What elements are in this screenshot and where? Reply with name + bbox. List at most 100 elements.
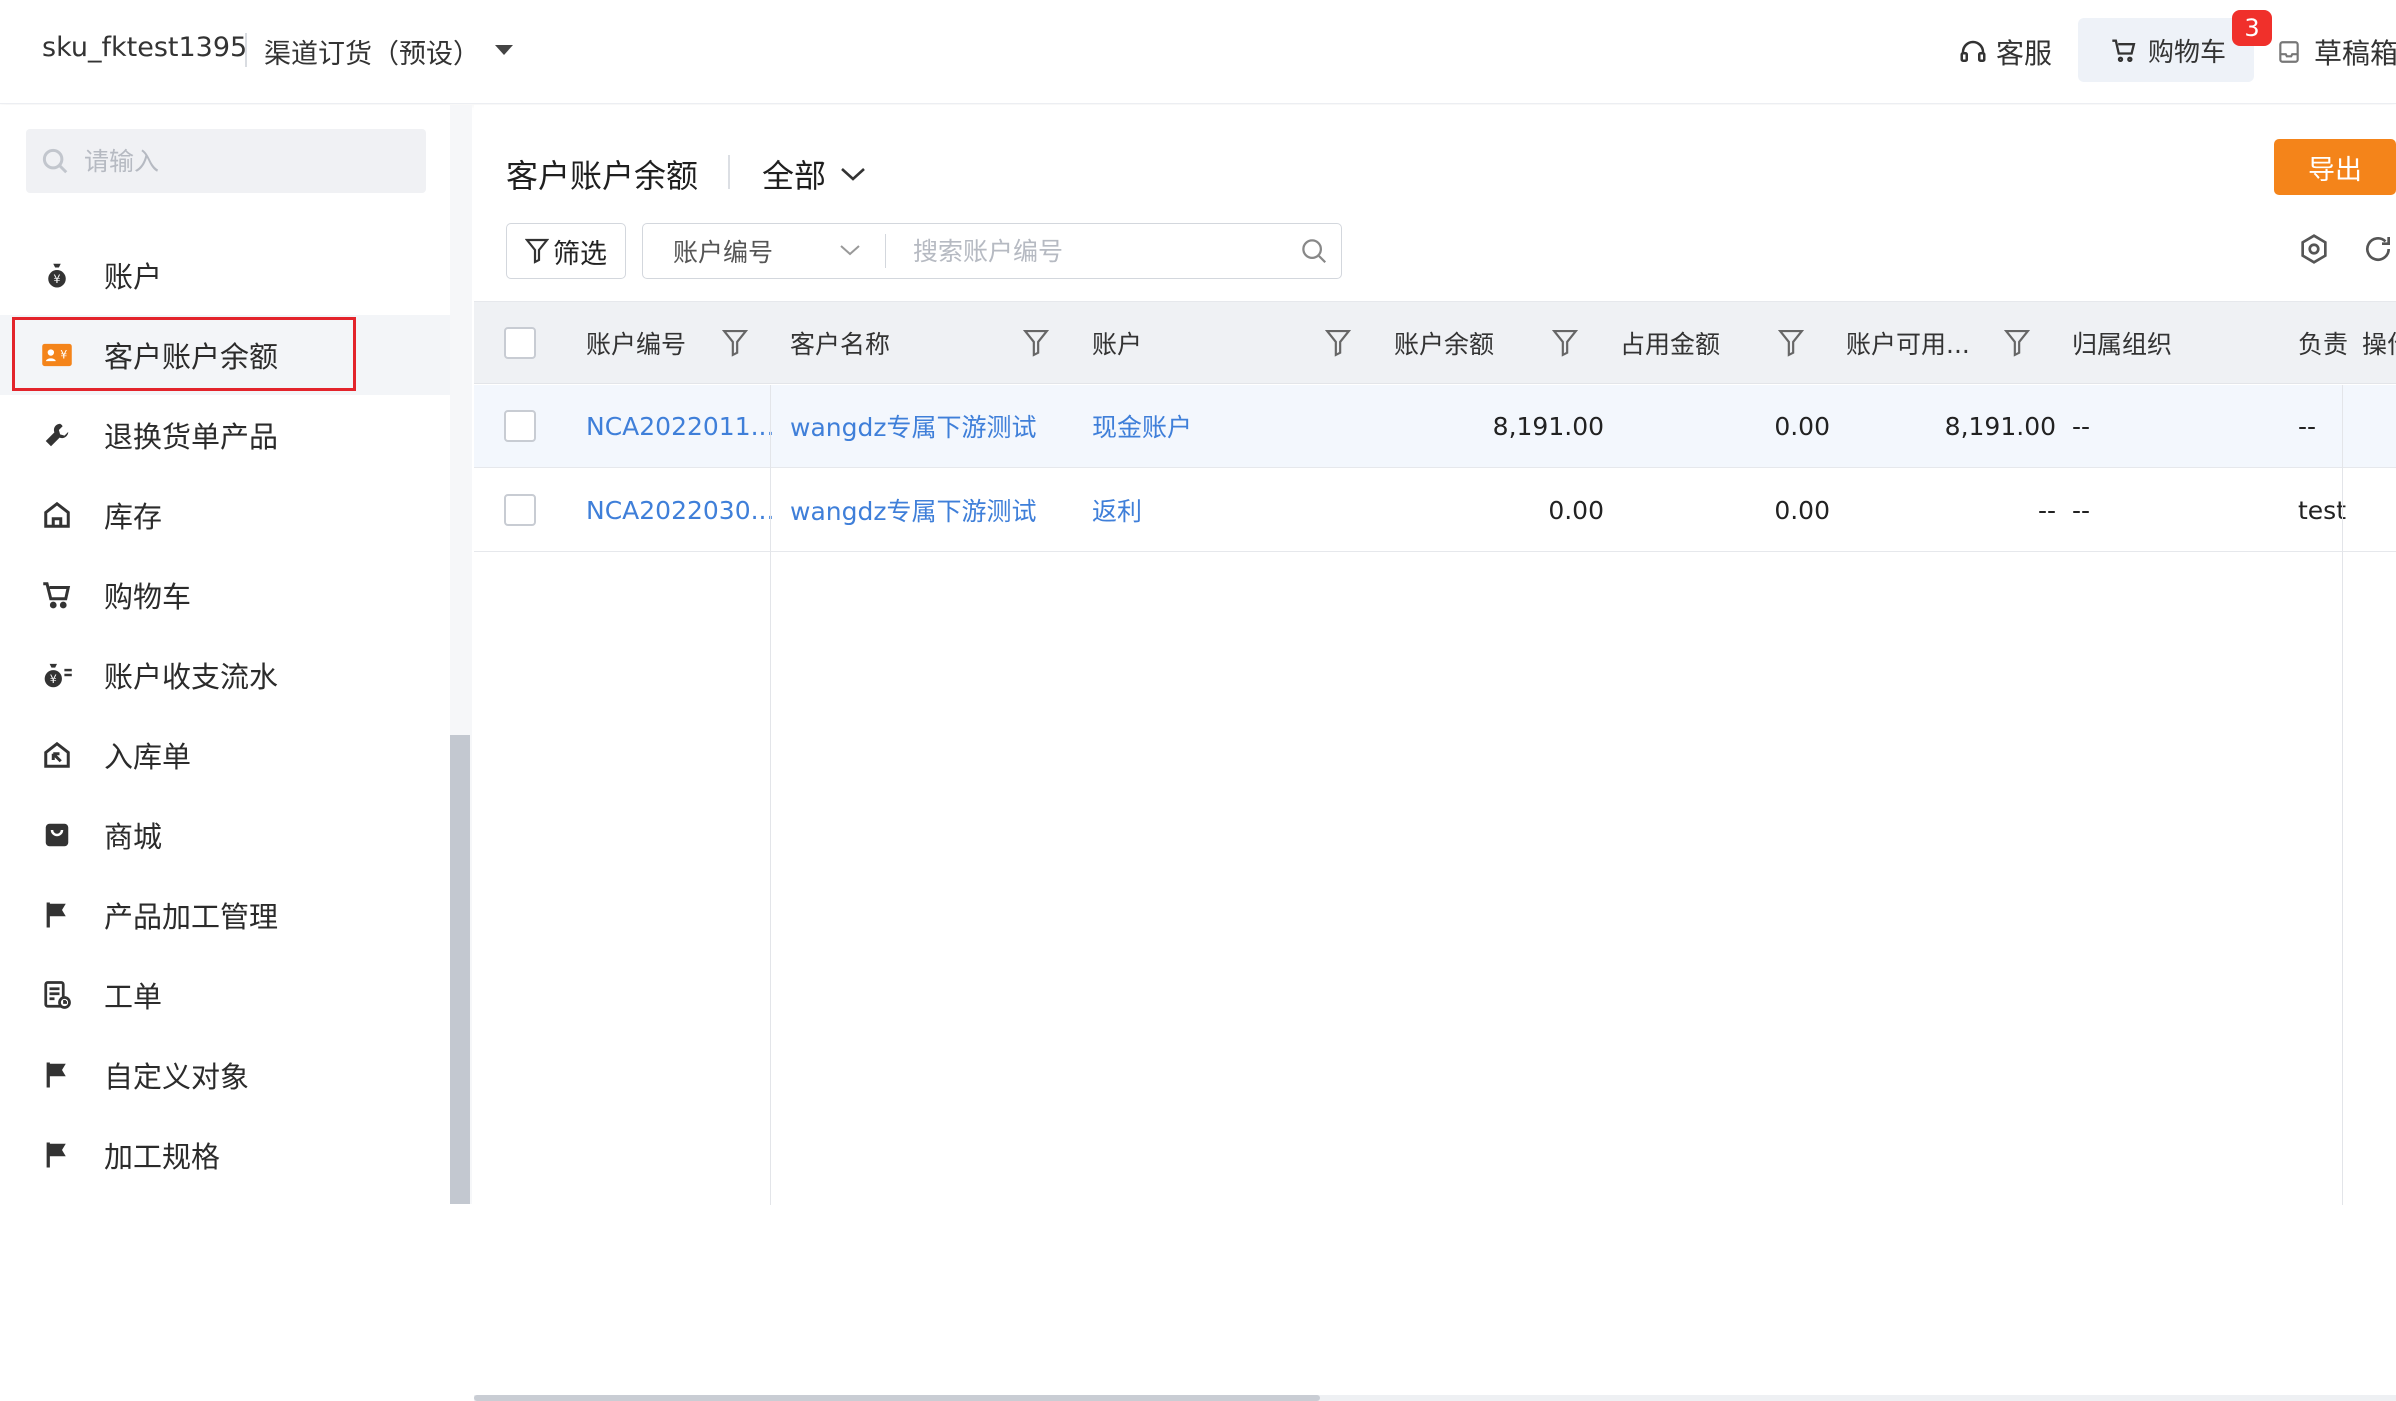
sidebar-search-input[interactable] <box>84 146 404 176</box>
account-link[interactable]: 返利 <box>1092 469 1382 551</box>
row-checkbox[interactable] <box>504 494 536 526</box>
table-row[interactable]: NCA2022030... wangdz专属下游测试 返利 0.00 0.00 … <box>474 469 2396 552</box>
sidebar-item-return-products[interactable]: 退换货单产品 <box>0 395 450 475</box>
org-value: -- <box>2072 495 2091 525</box>
account-no-link[interactable]: NCA2022011... <box>586 385 776 467</box>
inbound-icon <box>40 738 74 772</box>
flag-icon <box>40 1138 74 1172</box>
money-flow-icon: ¥ <box>40 658 74 692</box>
sidebar-item-processing-spec[interactable]: 加工规格 <box>0 1115 450 1195</box>
search-icon[interactable] <box>1299 236 1329 266</box>
customer-name-link[interactable]: wangdz专属下游测试 <box>790 385 1080 467</box>
sidebar-item-label: 产品加工管理 <box>104 900 279 934</box>
sidebar-item-label: 工单 <box>104 980 163 1014</box>
shopping-bag-icon <box>40 818 74 852</box>
draft-box-button[interactable]: 草稿箱 <box>2276 30 2396 74</box>
customer-service-button[interactable]: 客服 <box>1958 30 2052 74</box>
account-balance-value: 8,191.00 <box>1492 411 1604 441</box>
svg-text:¥: ¥ <box>50 673 57 686</box>
sidebar-item-label: 账户收支流水 <box>104 660 279 694</box>
sidebar-item-account-flow[interactable]: ¥ 账户收支流水 <box>0 635 450 715</box>
column-header-occupied-amount[interactable]: 占用金额 <box>1620 302 1760 383</box>
customer-name-link[interactable]: wangdz专属下游测试 <box>790 469 1080 551</box>
column-header-org[interactable]: 归属组织 <box>2072 302 2262 383</box>
sidebar-item-label: 库存 <box>104 500 163 534</box>
account-link[interactable]: 现金账户 <box>1092 385 1382 467</box>
column-filter-icon[interactable] <box>722 328 748 358</box>
current-user[interactable]: sku_fktest1395 <box>42 32 247 63</box>
sidebar-item-label: 退换货单产品 <box>104 420 279 454</box>
cart-button[interactable]: 购物车 <box>2078 18 2254 82</box>
search-input[interactable] <box>913 232 1283 270</box>
cart-count-badge: 3 <box>2232 10 2272 46</box>
column-filter-icon[interactable] <box>1778 328 1804 358</box>
top-bar: sku_fktest1395 渠道订货（预设） 客服 购物车 3 草稿箱 <box>0 0 2396 104</box>
account-balance-value: 0.00 <box>1548 495 1604 525</box>
cart-label: 购物车 <box>2148 37 2227 68</box>
owner-value: -- <box>2298 411 2317 441</box>
sidebar: ¥ 账户 ¥ 客户账户余额 退换货单产品 库存 购物车 <box>0 105 472 1204</box>
svg-text:¥: ¥ <box>60 349 67 362</box>
row-checkbox[interactable] <box>504 410 536 442</box>
cart-icon <box>40 578 74 612</box>
available-amount-value: -- <box>2037 495 2056 525</box>
sidebar-item-label: 账户 <box>104 260 163 294</box>
column-header-available-amount[interactable]: 账户可用... <box>1846 302 1996 383</box>
sidebar-item-custom-object[interactable]: 自定义对象 <box>0 1035 450 1115</box>
sidebar-item-inbound-order[interactable]: 入库单 <box>0 715 450 795</box>
flag-icon <box>40 1058 74 1092</box>
sidebar-item-label: 入库单 <box>104 740 192 774</box>
view-selector[interactable]: 全部 <box>762 151 866 197</box>
table-header: 账户编号 客户名称 账户 账户余额 占用金额 账户可用... 归属组织 负责 操… <box>474 302 2396 384</box>
sidebar-item-account[interactable]: ¥ 账户 <box>0 235 450 315</box>
sidebar-item-label: 客户账户余额 <box>104 340 279 374</box>
select-all-checkbox[interactable] <box>504 327 536 359</box>
column-header-account-no[interactable]: 账户编号 <box>586 302 726 383</box>
money-bag-icon: ¥ <box>40 258 74 292</box>
warehouse-icon <box>40 498 74 532</box>
settings-icon[interactable] <box>2298 233 2330 265</box>
column-header-account-balance[interactable]: 账户余额 <box>1394 302 1534 383</box>
column-divider <box>2342 385 2343 1205</box>
sidebar-item-cart[interactable]: 购物车 <box>0 555 450 635</box>
column-header-customer-name[interactable]: 客户名称 <box>790 302 970 383</box>
search-icon <box>42 148 68 174</box>
column-filter-icon[interactable] <box>1552 328 1578 358</box>
sidebar-scrollbar-thumb[interactable] <box>450 735 470 1204</box>
divider <box>728 155 730 189</box>
work-order-icon <box>40 978 74 1012</box>
account-no-link[interactable]: NCA2022030... <box>586 469 776 551</box>
org-selector[interactable]: 渠道订货（预设） <box>264 32 480 71</box>
sidebar-item-label: 加工规格 <box>104 1140 221 1174</box>
filter-button[interactable]: 筛选 <box>506 223 626 279</box>
available-amount-value: 8,191.00 <box>1944 411 2056 441</box>
search-group: 账户编号 <box>642 223 1342 279</box>
sidebar-item-mall[interactable]: 商城 <box>0 795 450 875</box>
wrench-icon <box>40 418 74 452</box>
svg-text:¥: ¥ <box>53 273 60 286</box>
sidebar-item-customer-account-balance[interactable]: ¥ 客户账户余额 <box>0 315 450 395</box>
export-button[interactable]: 导出 <box>2274 139 2396 195</box>
column-filter-icon[interactable] <box>1325 328 1351 358</box>
sidebar-item-label: 商城 <box>104 820 163 854</box>
sidebar-item-product-processing[interactable]: 产品加工管理 <box>0 875 450 955</box>
chevron-down-icon[interactable] <box>839 242 861 258</box>
inbox-icon <box>2279 41 2299 63</box>
divider <box>245 33 247 67</box>
caret-down-icon[interactable] <box>495 45 513 55</box>
sidebar-search[interactable] <box>26 129 426 193</box>
table-scrollbar-thumb[interactable] <box>474 1395 1320 1401</box>
column-filter-icon[interactable] <box>1023 328 1049 358</box>
column-filter-icon[interactable] <box>2004 328 2030 358</box>
main-content: 客户账户余额 全部 导出 筛选 账户编号 账户编号 客户名称 账户 账户余额 <box>474 105 2396 1401</box>
sidebar-item-inventory[interactable]: 库存 <box>0 475 450 555</box>
table-row[interactable]: NCA2022011... wangdz专属下游测试 现金账户 8,191.00… <box>474 385 2396 468</box>
flag-icon <box>40 898 74 932</box>
filter-label: 筛选 <box>553 238 607 270</box>
column-header-account[interactable]: 账户 <box>1092 302 1272 383</box>
refresh-icon[interactable] <box>2362 233 2394 265</box>
column-header-owner[interactable]: 负责 <box>2298 302 2352 383</box>
sidebar-item-work-order[interactable]: 工单 <box>0 955 450 1035</box>
page-title: 客户账户余额 <box>506 157 699 195</box>
divider <box>885 234 886 268</box>
